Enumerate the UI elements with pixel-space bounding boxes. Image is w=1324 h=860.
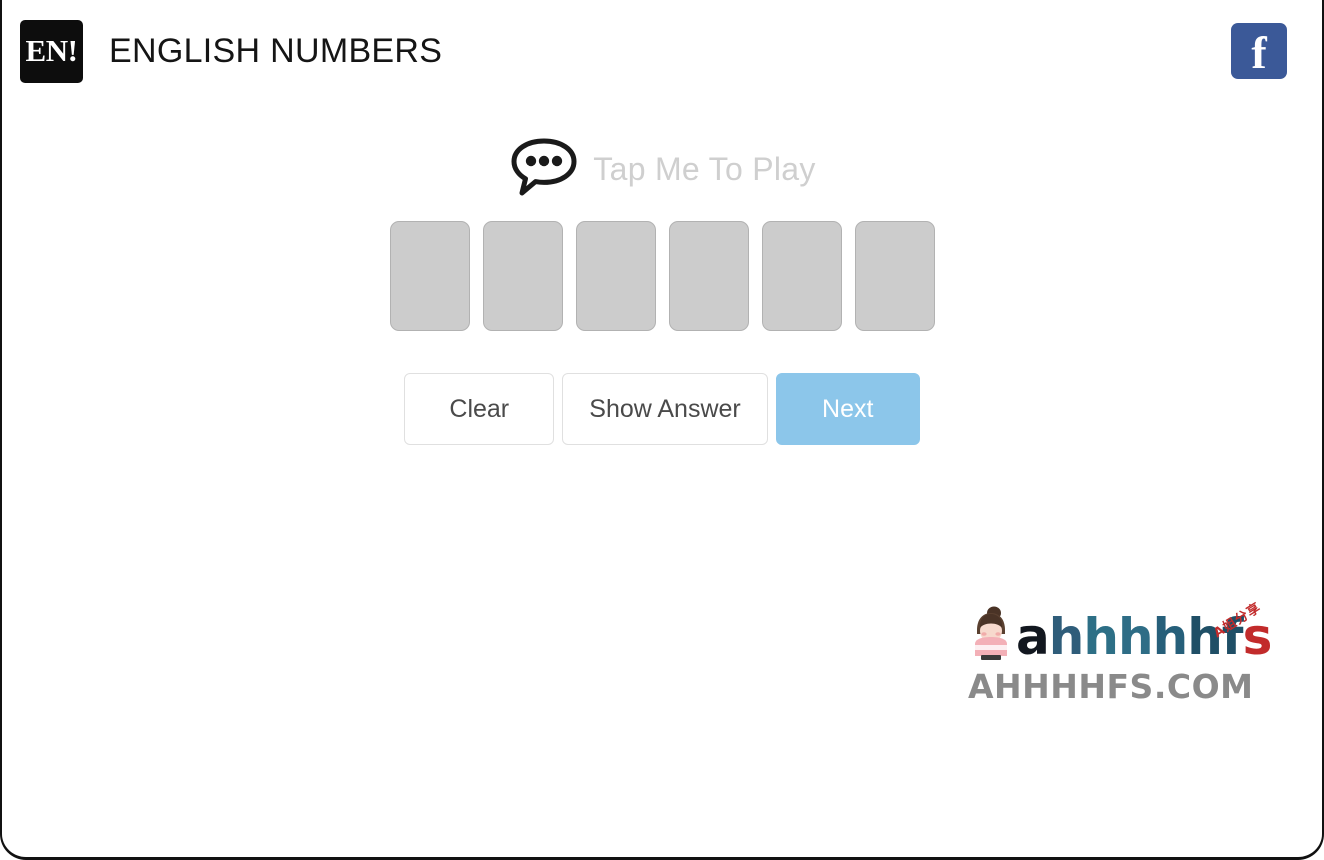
site-header: EN! ENGLISH NUMBERS f	[2, 0, 1322, 102]
page-title: ENGLISH NUMBERS	[109, 31, 443, 70]
facebook-icon[interactable]: f	[1231, 23, 1287, 79]
tap-to-play-button[interactable]: Tap Me To Play	[2, 136, 1322, 198]
en-badge-icon: EN!	[20, 19, 83, 83]
letter-slot-row	[2, 221, 1322, 331]
brand-logo-text: EN!	[25, 32, 78, 68]
next-button[interactable]: Next	[775, 373, 920, 445]
clear-button[interactable]: Clear	[404, 373, 555, 445]
app-frame: EN! ENGLISH NUMBERS f Tap Me To Play Cle…	[0, 0, 1324, 860]
watermark-wordmark-row: ahhhhhfs A姐分享	[968, 598, 1272, 666]
show-answer-button[interactable]: Show Answer	[562, 373, 768, 445]
letter-slot[interactable]	[668, 221, 749, 331]
wordmark-letter: h	[1152, 608, 1189, 666]
letter-slot[interactable]	[482, 221, 563, 331]
letter-slot[interactable]	[575, 221, 656, 331]
letter-slot[interactable]	[761, 221, 842, 331]
letter-slot[interactable]	[854, 221, 935, 331]
watermark-domain: AHHHHFS.COM	[968, 667, 1254, 706]
action-bar: Clear Show Answer Next	[2, 373, 1322, 445]
brand[interactable]: EN! ENGLISH NUMBERS	[20, 9, 442, 94]
wordmark-letter: a	[1016, 608, 1050, 666]
letter-slot[interactable]	[389, 221, 470, 331]
wordmark-letter: h	[1083, 608, 1119, 666]
wordmark-letter: h	[1117, 608, 1154, 666]
site-watermark: ahhhhhfs A姐分享 AHHHHFS.COM	[968, 598, 1272, 706]
tap-to-play-label: Tap Me To Play	[593, 151, 816, 187]
girl-avatar-icon	[975, 606, 1007, 660]
wordmark-letter: h	[1048, 608, 1085, 666]
facebook-glyph: f	[1251, 27, 1267, 78]
speech-bubble-icon	[511, 138, 577, 196]
